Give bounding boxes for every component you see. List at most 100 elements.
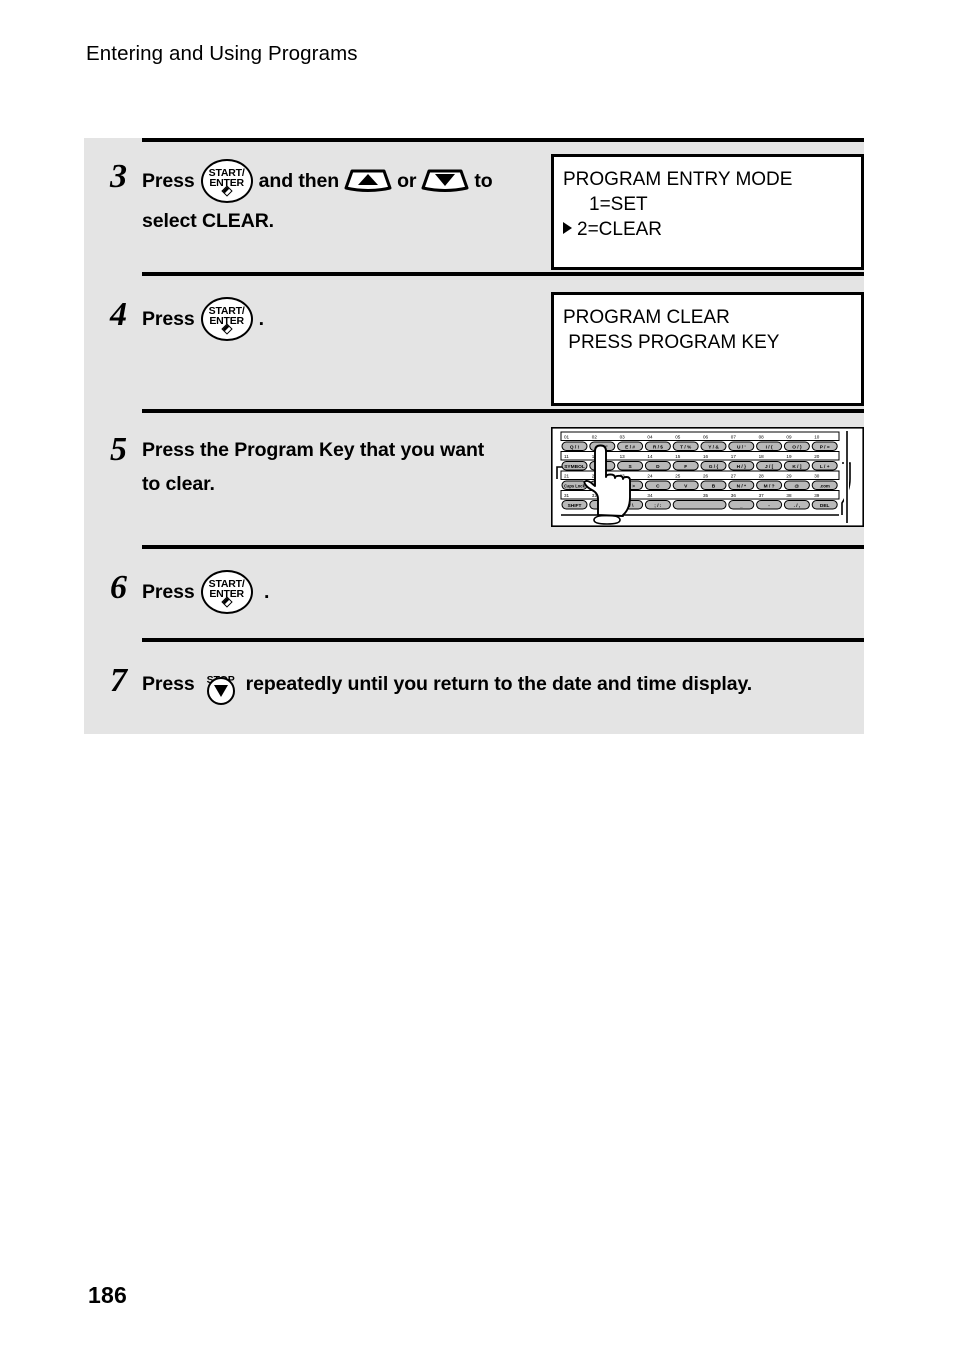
lcd-line: PROGRAM ENTRY MODE — [563, 169, 793, 190]
lcd-line-text: 2=CLEAR — [577, 219, 663, 240]
svg-text:DEL: DEL — [820, 503, 830, 509]
svg-text:07: 07 — [731, 435, 737, 440]
page-number: 186 — [88, 1282, 127, 1308]
svg-text:13: 13 — [620, 454, 626, 459]
svg-text:36: 36 — [731, 493, 737, 498]
svg-text:. / ,: . / , — [794, 503, 801, 509]
svg-text:16: 16 — [703, 454, 709, 459]
svg-text:09: 09 — [786, 435, 792, 440]
svg-text:K / ]: K / ] — [792, 464, 801, 470]
step-row-3: 3 Press START/ENTER and then or to selec… — [84, 138, 864, 272]
lcd-display-program-clear: PROGRAM CLEAR PRESS PROGRAM KEY — [551, 292, 864, 406]
lcd-display-program-entry-mode: PROGRAM ENTRY MODE 1=SET 2=CLEAR — [551, 154, 864, 270]
up-arrow-key-icon[interactable] — [344, 166, 392, 194]
svg-text:30: 30 — [814, 474, 820, 479]
step-number-6: 6 — [110, 569, 127, 606]
svg-text:11: 11 — [564, 454, 569, 459]
stop-triangle-icon — [213, 685, 228, 697]
svg-text:29: 29 — [786, 474, 792, 479]
lcd-line: 1=SET — [589, 194, 648, 215]
svg-text:Caps Lock: Caps Lock — [564, 483, 585, 488]
svg-text:38: 38 — [786, 493, 792, 498]
svg-text:39: 39 — [814, 493, 820, 498]
step-6-instruction: Press START/ENTER . — [142, 570, 279, 615]
svg-text:B: B — [712, 483, 716, 489]
step-row-7: 7 Press STOP repeatedly until you return t… — [84, 638, 864, 734]
svg-text:I / (: I / ( — [766, 445, 773, 451]
step-3-text-or: or — [397, 170, 417, 193]
start-enter-key-icon[interactable]: START/ENTER — [200, 297, 253, 341]
selection-caret-icon — [563, 221, 572, 234]
step-7-text-before: Press — [142, 673, 195, 696]
step-7-instruction: Press STOP repeatedly until you return to … — [142, 664, 762, 706]
step-7-text-after: repeatedly until you return to the date … — [245, 673, 753, 696]
svg-text:G / {: G / { — [709, 464, 719, 470]
step-5-line1: Press the Program Key that you want — [142, 439, 485, 461]
step-4-instruction: Press START/ENTER. — [142, 297, 274, 342]
svg-text:C: C — [656, 483, 660, 489]
svg-text:06: 06 — [703, 435, 709, 440]
svg-text:N / *: N / * — [737, 483, 746, 489]
svg-text:Y / &: Y / & — [708, 445, 719, 451]
svg-text:25: 25 — [675, 474, 681, 479]
svg-text:24: 24 — [647, 474, 653, 479]
svg-text:08: 08 — [759, 435, 765, 440]
down-arrow-key-icon[interactable] — [421, 166, 469, 194]
svg-text:04: 04 — [647, 435, 653, 440]
step-5-instruction: Press the Program Key that you want to c… — [142, 433, 494, 501]
step-6-text-after: . — [263, 581, 270, 604]
svg-text:02: 02 — [592, 435, 598, 440]
svg-text:15: 15 — [675, 454, 681, 459]
procedure-steps-panel: 3 Press START/ENTER and then or to selec… — [84, 138, 864, 734]
page-running-header: Entering and Using Programs — [86, 42, 358, 65]
step-3-instruction: Press START/ENTER and then or to select CL… — [142, 159, 503, 238]
svg-text:21: 21 — [564, 474, 570, 479]
keyboard-illustration: 01 02 03 04 05 06 07 08 09 10 Q / ! E / … — [551, 427, 864, 527]
svg-text:05: 05 — [675, 435, 681, 440]
svg-text:_: _ — [739, 504, 743, 509]
svg-text:31: 31 — [564, 493, 570, 498]
step-5-line2: to clear. — [142, 473, 215, 495]
svg-text:L / +: L / + — [820, 464, 830, 470]
svg-text:H / }: H / } — [737, 464, 746, 470]
svg-text:17: 17 — [731, 454, 737, 459]
svg-text:34: 34 — [647, 493, 653, 498]
step-number-5: 5 — [110, 431, 127, 468]
svg-text:37: 37 — [759, 493, 765, 498]
start-enter-key-icon[interactable]: START/ENTER — [200, 570, 253, 614]
svg-text:J / [: J / [ — [765, 464, 774, 470]
step-row-5: 5 Press the Program Key that you want to… — [84, 409, 864, 545]
step-row-6: 6 Press START/ENTER . — [84, 545, 864, 638]
start-enter-key-icon[interactable]: START/ENTER — [200, 159, 253, 203]
step-3-text-after: to — [474, 170, 493, 193]
svg-text:Q / !: Q / ! — [570, 445, 580, 451]
svg-text:D: D — [656, 464, 660, 470]
svg-text:20: 20 — [814, 454, 820, 459]
svg-text:14: 14 — [647, 454, 653, 459]
svg-text:SYMBOL: SYMBOL — [564, 464, 585, 470]
lcd-line-selected: 2=CLEAR — [563, 217, 861, 242]
svg-text:P / =: P / = — [820, 445, 830, 451]
svg-text:.com: .com — [820, 483, 830, 488]
svg-text:E / #: E / # — [625, 445, 635, 451]
svg-text:T / %: T / % — [680, 445, 692, 451]
svg-text:SHIFT: SHIFT — [568, 503, 582, 509]
svg-text:U / ': U / ' — [737, 445, 746, 451]
step-6-text-before: Press — [142, 581, 195, 604]
svg-text:26: 26 — [703, 474, 709, 479]
svg-text:19: 19 — [786, 454, 792, 459]
lcd-line: PRESS PROGRAM KEY — [563, 332, 780, 353]
svg-text:O / ): O / ) — [792, 445, 802, 451]
svg-text:28: 28 — [759, 474, 765, 479]
svg-text:10: 10 — [814, 435, 820, 440]
step-4-text-before: Press — [142, 308, 195, 331]
stop-key-icon[interactable]: STOP — [203, 665, 239, 707]
svg-text:@: @ — [795, 483, 800, 489]
svg-text:R / $: R / $ — [653, 445, 663, 451]
svg-text:18: 18 — [759, 454, 765, 459]
svg-text:27: 27 — [731, 474, 737, 479]
step-number-7: 7 — [110, 662, 127, 699]
step-3-text-before: Press — [142, 170, 195, 193]
step-3-text-mid: and then — [258, 170, 340, 193]
svg-text:03: 03 — [620, 435, 626, 440]
